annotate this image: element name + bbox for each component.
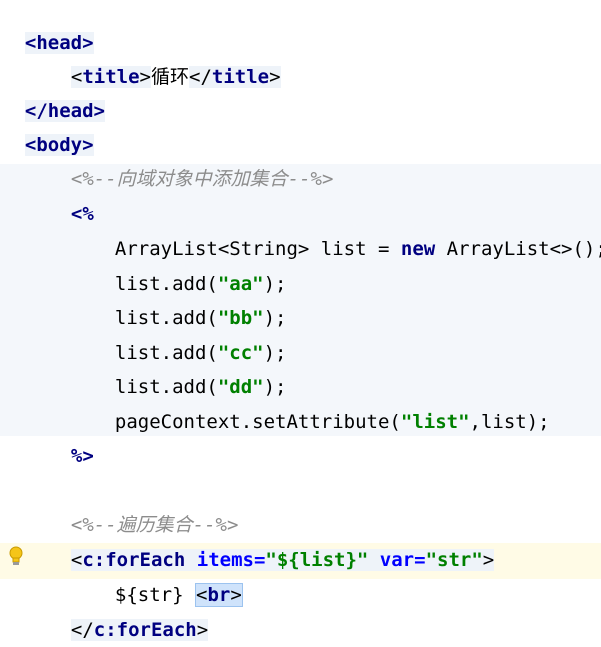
code-line-comment-iterate[interactable]: <%--遍历集合--%> (48, 474, 239, 536)
code-line-add-cc[interactable]: list.add("cc"); (92, 302, 287, 364)
title-close-tag: </title> (189, 66, 281, 88)
code-line-add-aa[interactable]: list.add("aa"); (92, 233, 287, 295)
code-line-head-open[interactable]: <head> (2, 0, 94, 54)
var-list-assign: list = (309, 238, 401, 260)
code-line-scriptlet-close[interactable]: %> (48, 405, 94, 467)
code-line-foreach-close[interactable]: </c:forEach> (48, 579, 209, 641)
code-line-title[interactable]: <title>循环</title> (48, 26, 281, 88)
code-line-foreach-open[interactable]: <c:forEach items="${list}" var="str"> (48, 509, 495, 571)
code-line-head-close[interactable]: </head> (2, 60, 105, 122)
call-set-attribute-end: ,list); (469, 411, 550, 433)
code-line-arraylist[interactable]: ArrayList<String> list = new ArrayList<>… (92, 198, 601, 260)
code-line-comment-add[interactable]: <%--向域对象中添加集合--%> (48, 128, 334, 190)
lightbulb-icon[interactable] (8, 546, 24, 568)
code-line-add-dd[interactable]: list.add("dd"); (92, 336, 287, 398)
code-line-foreach-body[interactable]: ${str} <br> (92, 544, 243, 607)
title-text: 循环 (151, 66, 190, 88)
scriptlet-close-marker: %> (70, 445, 94, 467)
scriptlet-open-marker: <% (70, 203, 94, 225)
call-set-attribute: pageContext.setAttribute( (114, 411, 401, 433)
jsp-comment-add-collection: <%--向域对象中添加集合--%> (70, 168, 334, 190)
code-line-scriptlet-open[interactable]: <% (48, 163, 94, 225)
code-line-set-attribute[interactable]: pageContext.setAttribute("list",list); (92, 371, 550, 433)
string-literal-list: "list" (400, 411, 470, 433)
code-line-body-open[interactable]: <body> (2, 94, 94, 156)
keyword-new: new (400, 238, 436, 260)
constructor-arraylist: ArrayList<>(); (435, 238, 601, 260)
code-line-add-bb[interactable]: list.add("bb"); (92, 267, 287, 329)
foreach-close-tag: </c:forEach> (70, 619, 209, 641)
